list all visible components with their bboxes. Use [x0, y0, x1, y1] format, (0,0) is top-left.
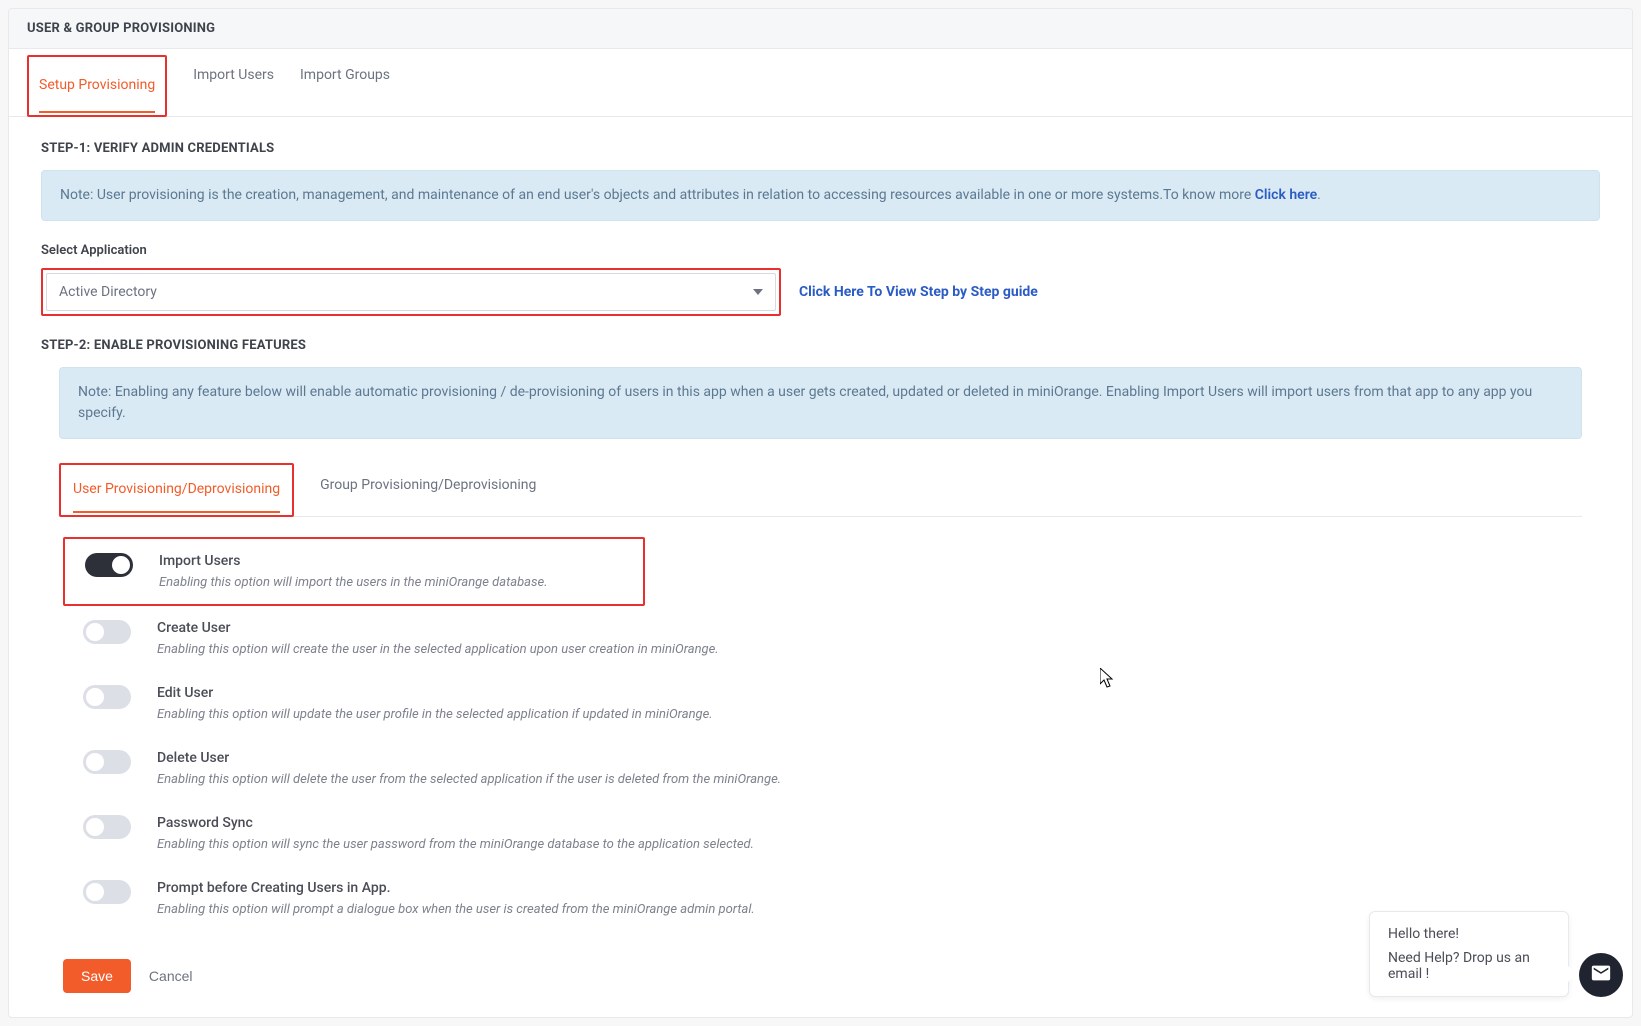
toggle-create-user[interactable] — [83, 620, 131, 644]
feature-delete-user: Delete User Enabling this option will de… — [63, 736, 1578, 801]
toggle-delete-user[interactable] — [83, 750, 131, 774]
save-button[interactable]: Save — [63, 959, 131, 993]
feature-desc: Enabling this option will delete the use… — [157, 772, 781, 787]
feature-edit-user-text: Edit User Enabling this option will upda… — [157, 685, 713, 722]
feature-desc: Enabling this option will update the use… — [157, 707, 713, 722]
tab-import-groups[interactable]: Import Groups — [300, 49, 390, 116]
feature-prompt-before-creating-text: Prompt before Creating Users in App. Ena… — [157, 880, 755, 917]
actions: Save Cancel — [59, 951, 1582, 993]
feature-password-sync: Password Sync Enabling this option will … — [63, 801, 1578, 866]
tab-import-users[interactable]: Import Users — [193, 49, 274, 116]
select-application-highlight: Active Directory — [41, 268, 781, 316]
tab-setup-provisioning[interactable]: Setup Provisioning — [39, 59, 155, 113]
tab-setup-provisioning-highlight: Setup Provisioning — [27, 55, 167, 117]
select-application-value: Active Directory — [59, 284, 157, 300]
feature-password-sync-text: Password Sync Enabling this option will … — [157, 815, 754, 852]
select-application-row: Active Directory Click Here To View Step… — [41, 268, 1600, 316]
toggle-edit-user[interactable] — [83, 685, 131, 709]
main-tabs: Setup Provisioning Import Users Import G… — [9, 49, 1632, 117]
feature-title: Edit User — [157, 685, 713, 701]
select-application-label: Select Application — [41, 243, 1600, 258]
feature-title: Import Users — [159, 553, 548, 569]
step-by-step-guide-link[interactable]: Click Here To View Step by Step guide — [799, 284, 1038, 300]
toggle-import-users[interactable] — [85, 553, 133, 577]
feature-title: Prompt before Creating Users in App. — [157, 880, 755, 896]
step1-note-suffix: . — [1317, 187, 1321, 203]
feature-import-users-highlight: Import Users Enabling this option will i… — [63, 537, 645, 606]
subtab-user-provisioning-highlight: User Provisioning/Deprovisioning — [59, 463, 294, 517]
cancel-button[interactable]: Cancel — [149, 968, 193, 984]
step2-note: Note: Enabling any feature below will en… — [59, 367, 1582, 439]
step1-note: Note: User provisioning is the creation,… — [41, 170, 1600, 221]
mail-icon — [1590, 962, 1612, 988]
feature-edit-user: Edit User Enabling this option will upda… — [63, 671, 1578, 736]
feature-create-user: Create User Enabling this option will cr… — [63, 606, 1578, 671]
feature-title: Password Sync — [157, 815, 754, 831]
content: STEP-1: VERIFY ADMIN CREDENTIALS Note: U… — [9, 117, 1632, 1017]
select-application[interactable]: Active Directory — [46, 273, 776, 311]
subtab-group-provisioning[interactable]: Group Provisioning/Deprovisioning — [320, 463, 536, 516]
features-list: Import Users Enabling this option will i… — [59, 517, 1582, 951]
toggle-password-sync[interactable] — [83, 815, 131, 839]
help-bubble: Hello there! Need Help? Drop us an email… — [1369, 911, 1569, 997]
step2-title: STEP-2: ENABLE PROVISIONING FEATURES — [41, 338, 1600, 353]
help-line2: Need Help? Drop us an email ! — [1388, 950, 1550, 982]
help-fab[interactable] — [1579, 953, 1623, 997]
feature-import-users-text: Import Users Enabling this option will i… — [159, 553, 548, 590]
chevron-down-icon — [753, 289, 763, 295]
step1-note-text: Note: User provisioning is the creation,… — [60, 187, 1255, 203]
feature-desc: Enabling this option will prompt a dialo… — [157, 902, 755, 917]
feature-desc: Enabling this option will create the use… — [157, 642, 719, 657]
step1-note-link[interactable]: Click here — [1255, 187, 1317, 203]
feature-prompt-before-creating: Prompt before Creating Users in App. Ena… — [63, 866, 1578, 931]
feature-title: Create User — [157, 620, 719, 636]
feature-create-user-text: Create User Enabling this option will cr… — [157, 620, 719, 657]
feature-delete-user-text: Delete User Enabling this option will de… — [157, 750, 781, 787]
feature-desc: Enabling this option will import the use… — [159, 575, 548, 590]
step1-title: STEP-1: VERIFY ADMIN CREDENTIALS — [41, 141, 1600, 156]
toggle-prompt-before-creating[interactable] — [83, 880, 131, 904]
subtab-user-provisioning[interactable]: User Provisioning/Deprovisioning — [73, 467, 280, 513]
step2-inner: Note: Enabling any feature below will en… — [41, 367, 1600, 993]
help-line1: Hello there! — [1388, 926, 1550, 942]
sub-tabs: User Provisioning/Deprovisioning Group P… — [59, 463, 1582, 517]
feature-title: Delete User — [157, 750, 781, 766]
feature-desc: Enabling this option will sync the user … — [157, 837, 754, 852]
card-title: USER & GROUP PROVISIONING — [9, 9, 1632, 49]
provisioning-card: USER & GROUP PROVISIONING Setup Provisio… — [8, 8, 1633, 1018]
